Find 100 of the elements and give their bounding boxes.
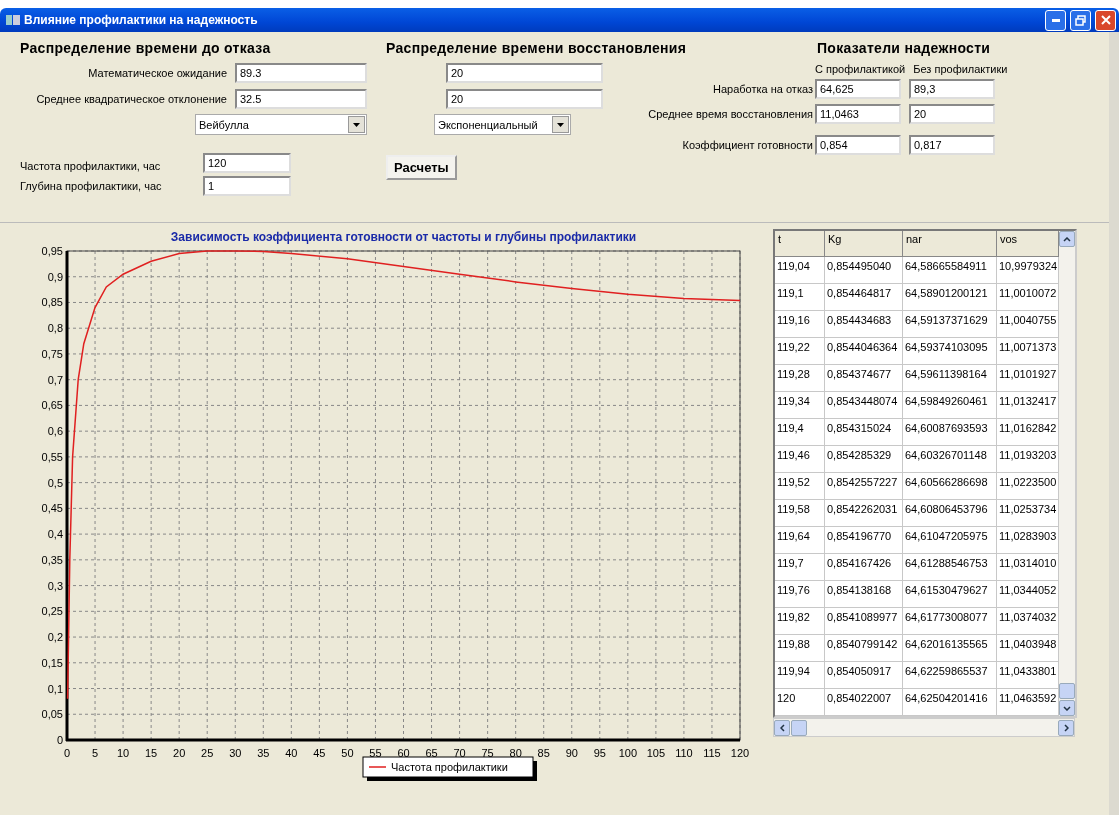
input-field[interactable]: 32.5 [235,88,367,109]
table-cell: 64,59137371629 [903,311,997,338]
table-cell: 119,46 [775,446,825,473]
vertical-scrollbar[interactable] [1059,231,1075,716]
y-tick-label: 0,5 [47,476,63,489]
table-cell: 0,854196770 [825,527,903,554]
table-cell: 0,854138168 [825,581,903,608]
input-field[interactable]: 120 [203,152,291,173]
result-field[interactable]: 11,0463 [815,103,901,124]
table-cell: 0,854022007 [825,689,903,716]
table-cell: 119,88 [775,635,825,662]
x-tick-label: 25 [201,747,214,759]
table-cell: 64,59611398164 [903,365,997,392]
section-heading: Показатели надежности [817,40,991,56]
result-field[interactable]: 89,3 [909,78,995,99]
calculate-button[interactable]: Расчеты [386,155,457,180]
input-field[interactable]: 20 [446,62,603,83]
table-cell: 64,62259865537 [903,662,997,689]
y-tick-label: 0,7 [47,373,63,386]
column-header: Без профилактики [913,63,1008,75]
table-cell: 64,61047205975 [903,527,997,554]
x-tick-label: 95 [593,747,606,759]
table-cell: 119,34 [775,392,825,419]
table-cell: 64,61530479627 [903,581,997,608]
column-header[interactable]: t [775,231,825,257]
table-cell: 0,8543448074 [825,392,903,419]
table-cell: 0,8540799142 [825,635,903,662]
table-cell: 119,58 [775,500,825,527]
close-icon [1100,15,1111,25]
table-cell: 64,60326701148 [903,446,997,473]
input-field[interactable]: 20 [446,88,603,109]
distribution-dropdown[interactable]: Экспоненциальный [434,114,571,135]
x-tick-label: 55 [369,747,382,759]
scroll-thumb[interactable] [791,719,807,736]
y-tick-label: 0,45 [41,502,63,515]
table-cell: 64,60087693593 [903,419,997,446]
close-button[interactable] [1095,9,1116,31]
chevron-down-icon [1063,705,1071,711]
table-cell: 64,61288546753 [903,554,997,581]
x-tick-label: 85 [537,747,550,759]
column-header[interactable]: nar [903,231,997,257]
table-cell: 119,82 [775,608,825,635]
table-cell: 119,64 [775,527,825,554]
restore-icon [1075,14,1086,26]
table-cell: 119,04 [775,257,825,284]
chevron-up-icon [1063,236,1071,242]
table-cell: 64,60806453796 [903,500,997,527]
table-cell: 64,59374103095 [903,338,997,365]
field-label: Математическое ожидание [87,66,228,79]
x-tick-label: 50 [341,747,354,759]
field-label: Среднее время восстановления [647,107,814,120]
y-tick-label: 0,25 [41,605,63,618]
app-icon [6,14,20,26]
distribution-dropdown[interactable]: Вейбулла [195,114,367,135]
table-cell: 120 [775,689,825,716]
result-field[interactable]: 0,854 [815,134,901,155]
table-cell: 64,61773008077 [903,608,997,635]
x-tick-label: 100 [618,747,637,759]
chevron-right-icon [1063,723,1069,732]
scroll-thumb[interactable] [1059,683,1075,699]
y-tick-label: 0,6 [47,425,63,438]
x-tick-label: 105 [646,747,666,759]
x-tick-label: 65 [425,747,438,759]
table-cell: 119,94 [775,662,825,689]
scroll-left-button[interactable] [774,719,790,736]
column-header[interactable]: vos [997,231,1059,257]
x-tick-label: 10 [116,747,130,759]
result-field[interactable]: 0,817 [909,134,995,155]
field-label: Глубина профилактики, час [20,179,163,192]
y-tick-label: 0,3 [47,579,63,592]
scroll-right-button[interactable] [1058,719,1074,736]
dropdown-arrow-icon [353,122,360,127]
y-tick-label: 0,95 [41,245,63,257]
y-tick-label: 0,4 [47,528,63,541]
section-heading: Распределение времени восстановления [386,40,687,56]
input-field[interactable]: 1 [203,175,291,196]
table-cell: 0,854167426 [825,554,903,581]
table-cell: 119,4 [775,419,825,446]
horizontal-scrollbar[interactable] [773,718,1075,737]
result-field[interactable]: 20 [909,103,995,124]
x-tick-label: 80 [509,747,522,759]
minimize-button[interactable] [1045,9,1066,31]
y-tick-label: 0,2 [47,631,63,644]
x-tick-label: 60 [397,747,410,759]
y-tick-label: 0,35 [41,553,63,566]
scroll-down-button[interactable] [1059,700,1075,716]
result-field[interactable]: 64,625 [815,78,901,99]
input-field[interactable]: 89.3 [235,62,367,83]
table-cell: 119,1 [775,284,825,311]
column-header[interactable]: Kg [825,231,903,257]
x-tick-label: 15 [145,747,158,759]
scroll-up-button[interactable] [1059,231,1075,247]
table-cell: 0,8542262031 [825,500,903,527]
y-tick-label: 0,15 [41,656,63,669]
restore-button[interactable] [1070,9,1091,31]
column-header: С профилактикой [815,63,906,75]
section-heading: Распределение времени до отказа [20,40,271,56]
x-tick-label: 45 [313,747,326,759]
x-tick-label: 70 [453,747,466,759]
y-tick-label: 0 [56,734,63,746]
